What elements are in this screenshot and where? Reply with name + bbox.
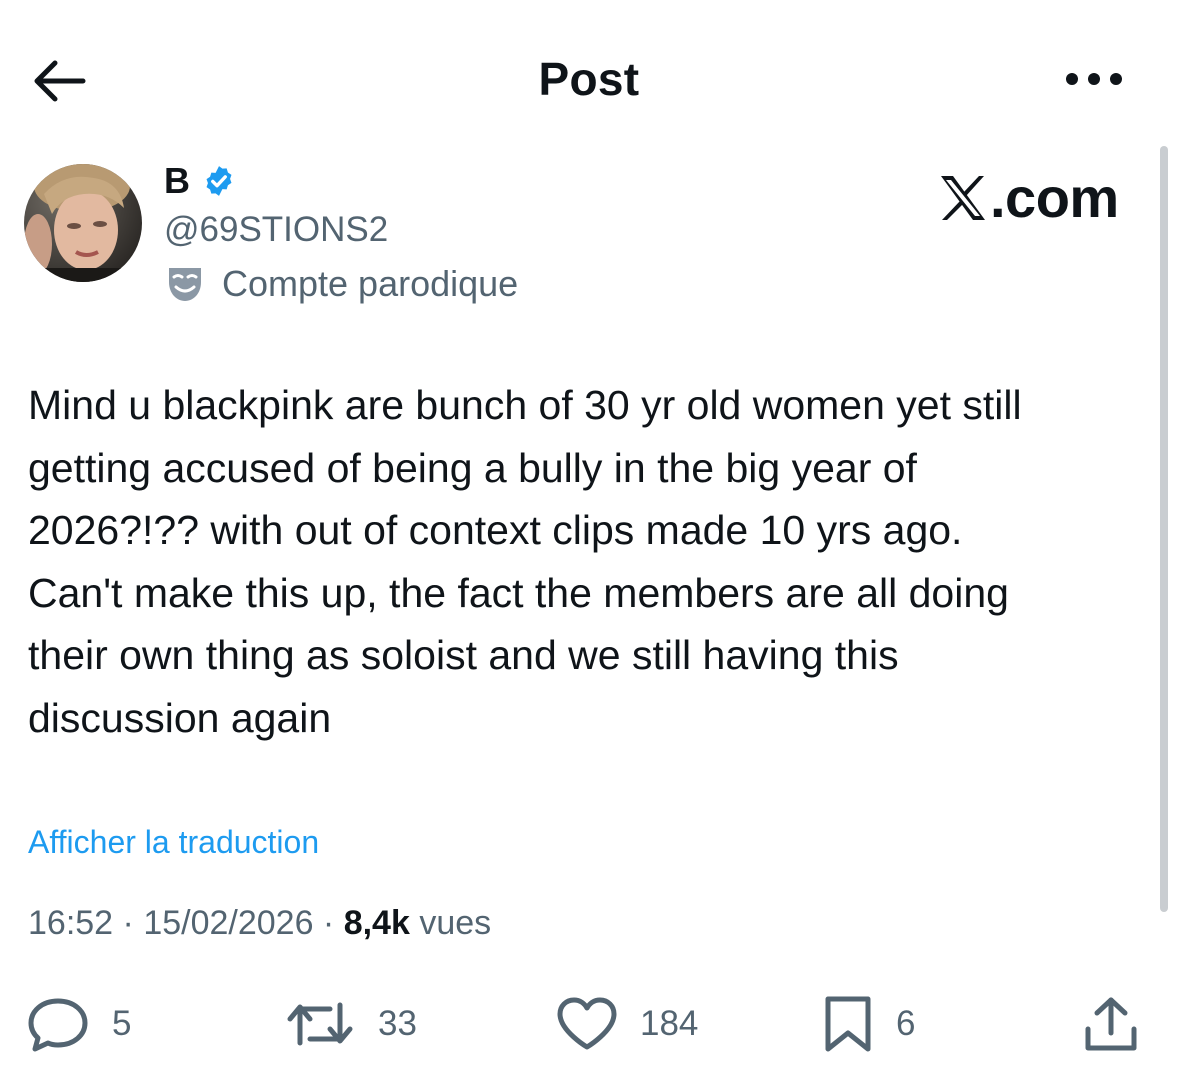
share-icon bbox=[1085, 997, 1137, 1051]
avatar[interactable] bbox=[24, 164, 142, 282]
theater-mask-icon bbox=[169, 268, 201, 301]
scrollbar[interactable] bbox=[1160, 146, 1168, 912]
views-label: vues bbox=[419, 904, 492, 942]
bookmark-button[interactable]: 6 bbox=[822, 994, 915, 1054]
repost-icon bbox=[287, 1002, 353, 1046]
like-count: 184 bbox=[640, 1004, 699, 1043]
post-text: Mind u blackpink are bunch of 30 yr old … bbox=[28, 382, 1022, 741]
post-meta: 16:52 · 15/02/2026 · 8,4k vues bbox=[28, 904, 491, 943]
meta-separator: · bbox=[313, 904, 344, 942]
watermark-text: .com bbox=[990, 166, 1119, 229]
post-page: Post B @69STIONS2 Compte parodique .com … bbox=[0, 0, 1178, 1072]
reply-icon bbox=[28, 998, 88, 1052]
parody-label-text: Compte parodique bbox=[222, 263, 519, 304]
translate-link[interactable]: Afficher la traduction bbox=[28, 824, 319, 861]
share-button[interactable] bbox=[1082, 994, 1140, 1054]
author-handle[interactable]: @69STIONS2 bbox=[164, 210, 388, 250]
x-logo-icon bbox=[941, 175, 985, 220]
reply-count: 5 bbox=[112, 1004, 132, 1043]
more-horizontal-icon bbox=[1066, 73, 1122, 85]
post-time[interactable]: 16:52 bbox=[28, 904, 113, 942]
like-button[interactable]: 184 bbox=[556, 994, 698, 1054]
repost-button[interactable]: 33 bbox=[284, 994, 417, 1054]
watermark: .com bbox=[938, 165, 1119, 230]
heart-icon bbox=[557, 997, 617, 1050]
page-title: Post bbox=[538, 53, 640, 105]
views-count: 8,4k bbox=[343, 904, 410, 942]
meta-separator: · bbox=[113, 904, 144, 942]
post-date[interactable]: 15/02/2026 bbox=[143, 904, 313, 942]
bookmark-icon bbox=[825, 996, 871, 1052]
more-options-button[interactable] bbox=[1062, 66, 1126, 92]
repost-count: 33 bbox=[378, 1004, 417, 1043]
avatar-photo bbox=[24, 164, 142, 282]
reply-button[interactable]: 5 bbox=[26, 994, 131, 1054]
parody-account-label: Compte parodique bbox=[164, 262, 518, 306]
verified-badge-icon bbox=[206, 166, 232, 196]
bookmark-count: 6 bbox=[896, 1004, 916, 1043]
author-display-name[interactable]: B bbox=[164, 160, 190, 202]
